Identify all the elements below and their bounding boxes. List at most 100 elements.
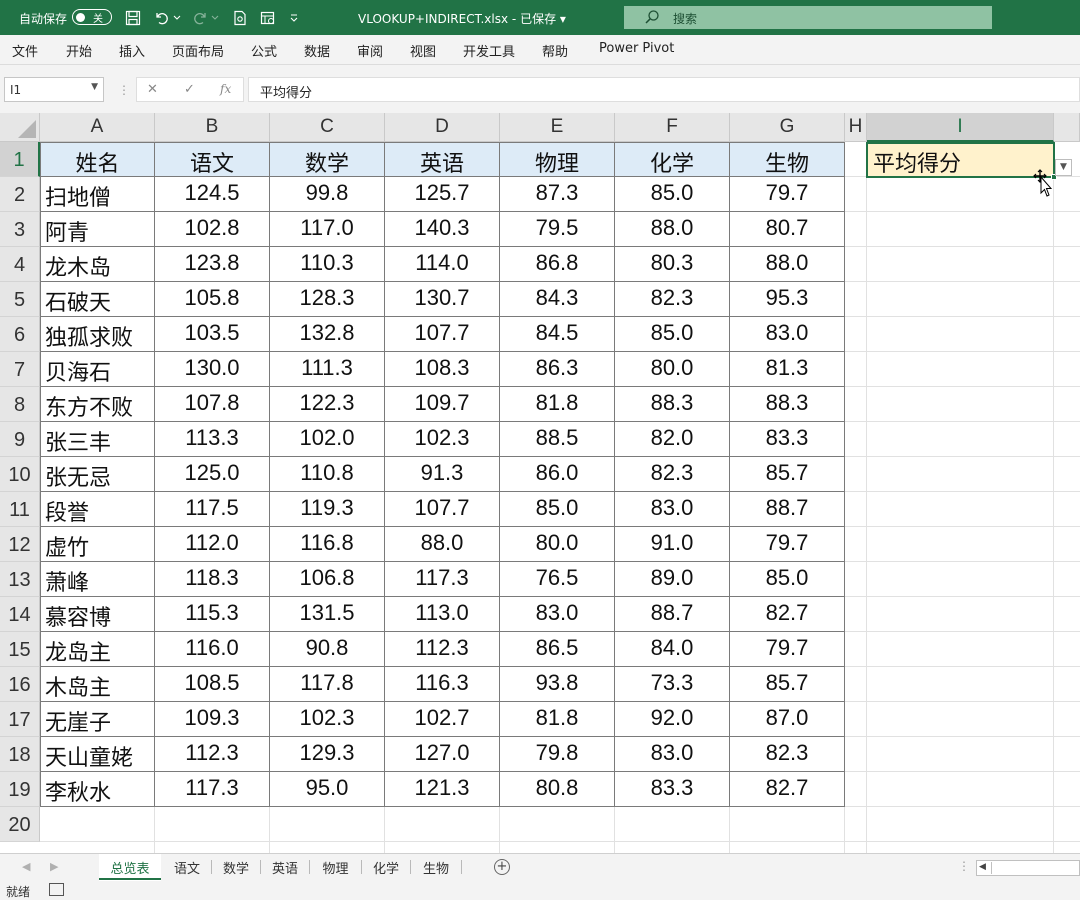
score-cell[interactable]: 83.0 <box>615 737 730 772</box>
row-header-15[interactable]: 15 <box>0 632 40 667</box>
score-cell[interactable]: 79.7 <box>730 177 845 212</box>
name-box[interactable]: I1 ▼ <box>4 77 104 102</box>
score-cell[interactable]: 102.3 <box>270 702 385 737</box>
sheet-tab-chinese[interactable]: 语文 <box>164 854 210 880</box>
score-cell[interactable]: 81.3 <box>730 352 845 387</box>
selected-cell-i1[interactable]: 平均得分 <box>866 142 1057 180</box>
row-header-8[interactable]: 8 <box>0 387 40 422</box>
score-cell[interactable]: 130.0 <box>155 352 270 387</box>
row-header-10[interactable]: 10 <box>0 457 40 492</box>
score-cell[interactable]: 110.3 <box>270 247 385 282</box>
score-cell[interactable]: 118.3 <box>155 562 270 597</box>
scroll-thumb[interactable] <box>991 862 1080 874</box>
header-cell[interactable]: 化学 <box>615 142 730 177</box>
score-cell[interactable]: 89.0 <box>615 562 730 597</box>
score-cell[interactable]: 109.7 <box>385 387 500 422</box>
score-cell[interactable]: 82.7 <box>730 597 845 632</box>
score-cell[interactable]: 73.3 <box>615 667 730 702</box>
name-cell[interactable]: 天山童姥 <box>40 737 155 772</box>
score-cell[interactable]: 121.3 <box>385 772 500 807</box>
name-cell[interactable]: 无崖子 <box>40 702 155 737</box>
header-cell[interactable]: 英语 <box>385 142 500 177</box>
score-cell[interactable]: 105.8 <box>155 282 270 317</box>
name-box-dropdown-icon[interactable]: ▼ <box>91 82 98 92</box>
score-cell[interactable]: 76.5 <box>500 562 615 597</box>
dropdown-arrow-icon[interactable]: ▼ <box>1055 159 1072 176</box>
header-cell[interactable]: 数学 <box>270 142 385 177</box>
score-cell[interactable]: 116.3 <box>385 667 500 702</box>
column-header-b[interactable]: B <box>155 113 270 142</box>
column-header-d[interactable]: D <box>385 113 500 142</box>
score-cell[interactable]: 117.3 <box>385 562 500 597</box>
row-header-3[interactable]: 3 <box>0 212 40 247</box>
name-cell[interactable]: 张无忌 <box>40 457 155 492</box>
name-cell[interactable]: 东方不败 <box>40 387 155 422</box>
name-cell[interactable]: 扫地僧 <box>40 177 155 212</box>
score-cell[interactable]: 88.0 <box>385 527 500 562</box>
score-cell[interactable]: 80.3 <box>615 247 730 282</box>
score-cell[interactable]: 117.3 <box>155 772 270 807</box>
score-cell[interactable]: 110.8 <box>270 457 385 492</box>
confirm-icon[interactable]: ✓ <box>184 82 195 97</box>
name-cell[interactable]: 贝海石 <box>40 352 155 387</box>
form-icon[interactable] <box>259 9 277 27</box>
score-cell[interactable]: 95.3 <box>730 282 845 317</box>
row-header-18[interactable]: 18 <box>0 737 40 772</box>
customize-toolbar-icon[interactable] <box>288 9 300 27</box>
score-cell[interactable]: 111.3 <box>270 352 385 387</box>
score-cell[interactable]: 85.0 <box>730 562 845 597</box>
score-cell[interactable]: 85.0 <box>500 492 615 527</box>
score-cell[interactable]: 82.7 <box>730 772 845 807</box>
score-cell[interactable]: 88.3 <box>730 387 845 422</box>
score-cell[interactable]: 85.7 <box>730 457 845 492</box>
column-header-c[interactable]: C <box>270 113 385 142</box>
row-header-4[interactable]: 4 <box>0 247 40 282</box>
score-cell[interactable]: 86.8 <box>500 247 615 282</box>
score-cell[interactable]: 102.3 <box>385 422 500 457</box>
row-header-5[interactable]: 5 <box>0 282 40 317</box>
score-cell[interactable]: 82.0 <box>615 422 730 457</box>
score-cell[interactable]: 117.0 <box>270 212 385 247</box>
score-cell[interactable]: 114.0 <box>385 247 500 282</box>
scroll-split-grip-icon[interactable]: ⋮ <box>958 859 970 873</box>
name-cell[interactable]: 独孤求败 <box>40 317 155 352</box>
score-cell[interactable]: 88.5 <box>500 422 615 457</box>
save-icon[interactable] <box>124 9 142 27</box>
score-cell[interactable]: 88.7 <box>615 597 730 632</box>
row-header-1[interactable]: 1 <box>0 142 40 177</box>
score-cell[interactable]: 81.8 <box>500 387 615 422</box>
score-cell[interactable]: 80.7 <box>730 212 845 247</box>
header-cell[interactable]: 生物 <box>730 142 845 177</box>
score-cell[interactable]: 84.3 <box>500 282 615 317</box>
score-cell[interactable]: 106.8 <box>270 562 385 597</box>
score-cell[interactable]: 107.7 <box>385 317 500 352</box>
ribbon-tab-data[interactable]: 数据 <box>304 41 330 60</box>
score-cell[interactable]: 88.7 <box>730 492 845 527</box>
name-cell[interactable]: 龙岛主 <box>40 632 155 667</box>
score-cell[interactable]: 82.3 <box>730 737 845 772</box>
row-header-16[interactable]: 16 <box>0 667 40 702</box>
row-header-12[interactable]: 12 <box>0 527 40 562</box>
score-cell[interactable]: 80.8 <box>500 772 615 807</box>
score-cell[interactable]: 79.7 <box>730 527 845 562</box>
ribbon-tab-power-pivot[interactable]: Power Pivot <box>599 41 674 56</box>
score-cell[interactable]: 90.8 <box>270 632 385 667</box>
score-cell[interactable]: 99.8 <box>270 177 385 212</box>
header-cell[interactable]: 物理 <box>500 142 615 177</box>
score-cell[interactable]: 125.0 <box>155 457 270 492</box>
score-cell[interactable]: 108.5 <box>155 667 270 702</box>
sheet-tab-chemistry[interactable]: 化学 <box>363 854 409 880</box>
score-cell[interactable]: 83.0 <box>500 597 615 632</box>
insert-function-icon[interactable]: fx <box>220 82 231 96</box>
score-cell[interactable]: 83.3 <box>730 422 845 457</box>
score-cell[interactable]: 85.7 <box>730 667 845 702</box>
score-cell[interactable]: 116.8 <box>270 527 385 562</box>
score-cell[interactable]: 113.0 <box>385 597 500 632</box>
name-cell[interactable]: 龙木岛 <box>40 247 155 282</box>
name-cell[interactable]: 木岛主 <box>40 667 155 702</box>
name-cell[interactable]: 阿青 <box>40 212 155 247</box>
score-cell[interactable]: 79.8 <box>500 737 615 772</box>
score-cell[interactable]: 80.0 <box>615 352 730 387</box>
score-cell[interactable]: 88.3 <box>615 387 730 422</box>
score-cell[interactable]: 127.0 <box>385 737 500 772</box>
